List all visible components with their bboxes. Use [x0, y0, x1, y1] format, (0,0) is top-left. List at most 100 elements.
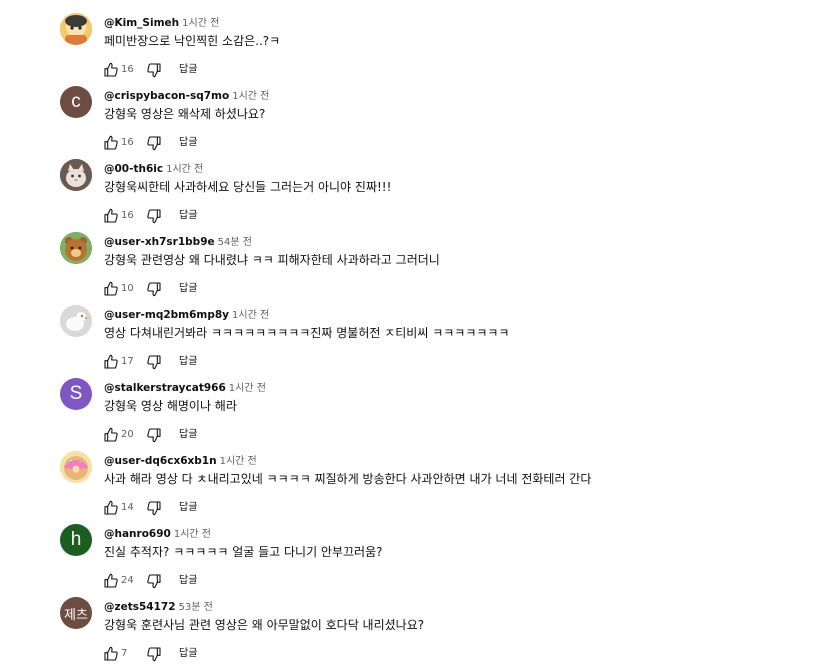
comment-text: 강형욱 관련영상 왜 다내렸냐 ㅋㅋ 피해자한테 사과하라고 그러더니 — [104, 253, 440, 267]
comment-time[interactable]: 1시간 전 — [174, 529, 211, 540]
author-name[interactable]: @user-xh7sr1bb9e — [104, 236, 215, 248]
comment-time[interactable]: 1시간 전 — [166, 164, 203, 175]
comment-actions: 16 답글 — [100, 59, 260, 81]
like-button[interactable] — [100, 278, 122, 300]
avatar[interactable]: S — [60, 378, 92, 410]
comment-header: @user-mq2bm6mp8y 1시간 전 — [104, 306, 269, 322]
comment-time[interactable]: 1시간 전 — [220, 456, 257, 467]
comment-text: 사과 해라 영상 다 ㅊ내리고있네 ㅋㅋㅋㅋ 찌질하게 방송한다 사과안하면 내… — [104, 472, 592, 486]
author-name[interactable]: @user-dq6cx6xb1n — [104, 455, 217, 467]
reply-button[interactable]: 답글 — [179, 648, 197, 660]
thumbs-up-icon — [100, 208, 122, 231]
comment-header: @user-dq6cx6xb1n 1시간 전 — [104, 452, 257, 468]
comment-actions: 10 답글 — [100, 278, 260, 300]
thumbs-down-icon — [143, 209, 165, 231]
comment-item: @Kim_Simeh 1시간 전 페미반장으로 낙인찍힌 소감은..?ㅋ 16 답글 — [60, 13, 820, 86]
thumbs-down-icon — [143, 63, 165, 85]
author-name[interactable]: @hanro690 — [104, 528, 171, 540]
comment-text: 강형욱 영상 해명이나 해라 — [104, 399, 237, 413]
author-name[interactable]: @Kim_Simeh — [104, 17, 179, 29]
author-name[interactable]: @zets54172 — [104, 601, 176, 613]
reply-button[interactable]: 답글 — [179, 64, 197, 76]
avatar[interactable] — [60, 13, 92, 45]
comments-section: @Kim_Simeh 1시간 전 페미반장으로 낙인찍힌 소감은..?ㅋ 16 답글 c @… — [0, 0, 840, 662]
comment-header: @00-th6ic 1시간 전 — [104, 160, 203, 176]
thumbs-down-icon — [143, 647, 165, 669]
author-name[interactable]: @00-th6ic — [104, 163, 163, 175]
avatar[interactable]: c — [60, 86, 92, 118]
thumbs-up-icon — [100, 62, 122, 85]
comment-time[interactable]: 54분 전 — [218, 237, 252, 248]
avatar[interactable] — [60, 305, 92, 337]
like-button[interactable] — [100, 59, 122, 81]
comment-time[interactable]: 1시간 전 — [232, 310, 269, 321]
author-name[interactable]: @user-mq2bm6mp8y — [104, 309, 229, 321]
comment-time[interactable]: 1시간 전 — [229, 383, 266, 394]
like-count: 10 — [121, 283, 134, 294]
thumbs-down-icon — [143, 501, 165, 523]
comment-item: @user-dq6cx6xb1n 1시간 전사과 해라 영상 다 ㅊ내리고있네 ㅋ… — [60, 451, 820, 524]
avatar[interactable]: h — [60, 524, 92, 556]
author-name[interactable]: @crispybacon-sq7mo — [104, 90, 229, 102]
dislike-button[interactable] — [143, 59, 165, 81]
dislike-button[interactable] — [143, 570, 165, 592]
avatar[interactable] — [60, 232, 92, 264]
thumbs-up-icon — [100, 281, 122, 304]
like-button[interactable] — [100, 570, 122, 592]
comment-item: 제츠 @zets54172 53분 전강형욱 훈련사님 관련 영상은 왜 아무말없이… — [60, 597, 820, 670]
thumbs-up-icon — [100, 573, 122, 596]
comment-text: 강형욱 훈련사님 관련 영상은 왜 아무말없이 호다닥 내리셨나요? — [104, 618, 425, 632]
like-button[interactable] — [100, 205, 122, 227]
like-button[interactable] — [100, 132, 122, 154]
reply-button[interactable]: 답글 — [179, 356, 197, 368]
like-button[interactable] — [100, 497, 122, 519]
dislike-button[interactable] — [143, 132, 165, 154]
comment-text: 영상 다쳐내린거봐라 ㅋㅋㅋㅋㅋㅋㅋㅋㅋ진짜 명불허전 ㅈ티비씨 ㅋㅋㅋㅋㅋㅋㅋ — [104, 326, 510, 340]
comment-time[interactable]: 1시간 전 — [232, 91, 269, 102]
avatar[interactable] — [60, 159, 92, 191]
thumbs-up-icon — [100, 135, 122, 158]
author-name[interactable]: @stalkerstraycat966 — [104, 382, 226, 394]
like-count: 7 — [121, 648, 128, 659]
comment-actions: 16 답글 — [100, 132, 260, 154]
thumbs-down-icon — [143, 428, 165, 450]
comment-header: @crispybacon-sq7mo 1시간 전 — [104, 87, 269, 103]
reply-button[interactable]: 답글 — [179, 502, 197, 514]
avatar-letter: S — [69, 383, 83, 404]
dislike-button[interactable] — [143, 278, 165, 300]
comment-header: @stalkerstraycat966 1시간 전 — [104, 379, 266, 395]
comment-item: @user-xh7sr1bb9e 54분 전강형욱 관련영상 왜 다내렸냐 ㅋㅋ … — [60, 232, 820, 305]
comment-actions: 7 답글 — [100, 643, 260, 665]
reply-button[interactable]: 답글 — [179, 137, 197, 149]
comment-item: @user-mq2bm6mp8y 1시간 전영상 다쳐내린거봐라 ㅋㅋㅋㅋㅋㅋㅋㅋ… — [60, 305, 820, 378]
reply-button[interactable]: 답글 — [179, 283, 197, 295]
dislike-button[interactable] — [143, 643, 165, 665]
avatar-letter: h — [70, 529, 82, 550]
comment-header: @user-xh7sr1bb9e 54분 전 — [104, 233, 252, 249]
comment-actions: 17 답글 — [100, 351, 260, 373]
thumbs-up-icon — [100, 500, 122, 523]
dislike-button[interactable] — [143, 205, 165, 227]
like-count: 16 — [121, 137, 134, 148]
like-button[interactable] — [100, 643, 122, 665]
comment-header: @hanro690 1시간 전 — [104, 525, 211, 541]
comment-time[interactable]: 1시간 전 — [182, 18, 219, 29]
thumbs-down-icon — [143, 282, 165, 304]
dislike-button[interactable] — [143, 497, 165, 519]
comment-text: 진실 추적자? ㅋㅋㅋㅋㅋ 얼굴 들고 다니기 안부끄러움? — [104, 545, 383, 559]
like-count: 14 — [121, 502, 134, 513]
like-button[interactable] — [100, 351, 122, 373]
reply-button[interactable]: 답글 — [179, 429, 197, 441]
comment-item: c @crispybacon-sq7mo 1시간 전 강형욱 영상은 왜삭제 하셨나요… — [60, 86, 820, 159]
comment-time[interactable]: 53분 전 — [179, 602, 213, 613]
reply-button[interactable]: 답글 — [179, 575, 197, 587]
comment-actions: 20 답글 — [100, 424, 260, 446]
like-button[interactable] — [100, 424, 122, 446]
avatar[interactable]: 제츠 — [60, 597, 92, 629]
reply-button[interactable]: 답글 — [179, 210, 197, 222]
comment-actions: 14 답글 — [100, 497, 260, 519]
dislike-button[interactable] — [143, 424, 165, 446]
avatar-letter: 제츠 — [64, 606, 88, 622]
dislike-button[interactable] — [143, 351, 165, 373]
avatar[interactable] — [60, 451, 92, 483]
